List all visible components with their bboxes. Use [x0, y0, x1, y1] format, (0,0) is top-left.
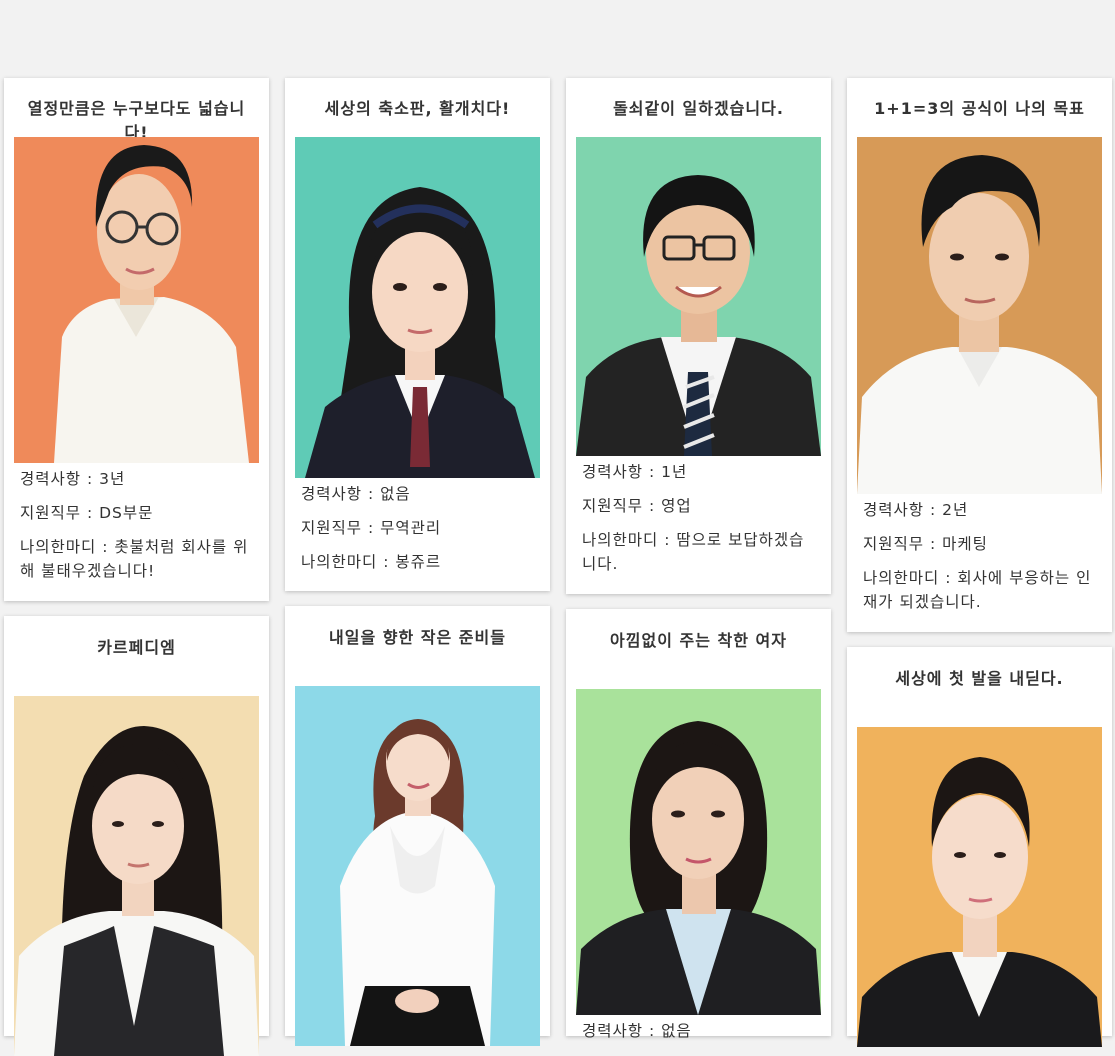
career-text: 경력사항 : 3년: [20, 470, 126, 488]
profile-photo[interactable]: [14, 137, 259, 463]
career-text: 경력사항 : 없음: [301, 485, 411, 503]
profile-photo[interactable]: [576, 137, 821, 456]
profile-card[interactable]: 1+1=3의 공식이 나의 목표 경력사항 : 2년 지원직무 : 마케팅 나의…: [847, 78, 1112, 632]
profile-photo[interactable]: [295, 686, 540, 1046]
role-text: 지원직무 : 영업: [582, 497, 692, 515]
profile-card[interactable]: 내일을 향한 작은 준비들: [285, 606, 550, 1046]
profile-photo[interactable]: [857, 137, 1102, 494]
profile-card[interactable]: 열정만큼은 누구보다도 넓습니다! 경력사항 : 3년 지원직무 : DS부문 …: [4, 78, 269, 601]
profile-photo[interactable]: [857, 727, 1102, 1047]
profile-card[interactable]: 아낌없이 주는 착한 여자 경력사항 : 없음: [566, 609, 831, 1040]
career-text: 경력사항 : 없음: [582, 1022, 692, 1040]
profile-card[interactable]: 카르페디엠: [4, 616, 269, 1056]
card-title: 세상에 첫 발을 내딛다.: [895, 669, 1064, 688]
role-text: 지원직무 : 마케팅: [863, 535, 988, 553]
profile-photo[interactable]: [14, 696, 259, 1056]
word-text: 나의한마디 : 봉쥬르: [301, 553, 442, 571]
card-title: 내일을 향한 작은 준비들: [329, 628, 506, 647]
word-text: 나의한마디 : 땀으로 보답하겠습니다.: [582, 531, 805, 573]
career-text: 경력사항 : 1년: [582, 463, 688, 481]
card-title: 돌쇠같이 일하겠습니다.: [613, 99, 784, 118]
profile-card[interactable]: 돌쇠같이 일하겠습니다. 경력사항 : 1년 지원직무 : 영업 나의한마디 :…: [566, 78, 831, 594]
card-title: 카르페디엠: [97, 638, 176, 657]
word-text: 나의한마디 : 회사에 부응하는 인재가 되겠습니다.: [863, 569, 1092, 611]
profile-card[interactable]: 세상의 축소판, 활개치다! 경력사항 : 없음 지원직무 : 무역관리 나의한…: [285, 78, 550, 591]
card-title: 아낌없이 주는 착한 여자: [610, 631, 787, 650]
profile-card[interactable]: 세상에 첫 발을 내딛다.: [847, 647, 1112, 1047]
card-title: 세상의 축소판, 활개치다!: [324, 99, 511, 118]
profile-photo[interactable]: [576, 689, 821, 1015]
role-text: 지원직무 : DS부문: [20, 504, 154, 522]
card-title: 1+1=3의 공식이 나의 목표: [874, 99, 1085, 118]
career-text: 경력사항 : 2년: [863, 501, 969, 519]
profile-photo[interactable]: [295, 137, 540, 478]
card-title: 열정만큼은 누구보다도 넓습니다!: [27, 99, 246, 142]
role-text: 지원직무 : 무역관리: [301, 519, 442, 537]
word-text: 나의한마디 : 촛불처럼 회사를 위해 불태우겠습니다!: [20, 538, 249, 580]
